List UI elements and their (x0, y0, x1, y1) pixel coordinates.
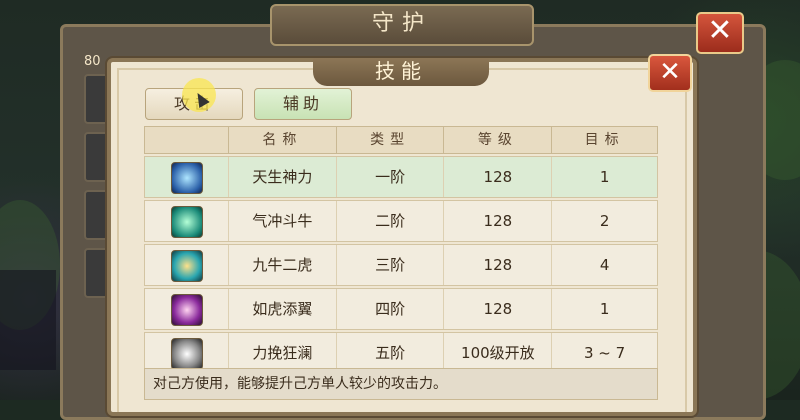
header-icon-col (145, 127, 230, 153)
skill-level: 128 (444, 245, 553, 285)
header-level: 等级 (444, 127, 553, 153)
skill-qichong-icon (170, 206, 203, 238)
header-name: 名称 (229, 127, 337, 153)
skill-target: 3 ~ 7 (584, 344, 626, 362)
table-row[interactable]: 天生神力 一阶 128 1 (144, 156, 658, 198)
skill-level: 128 (444, 201, 553, 241)
level-badge: 80 (84, 54, 101, 69)
skill-name: 力挽狂澜 (229, 333, 337, 373)
skill-name: 九牛二虎 (229, 245, 337, 285)
guardian-close-button[interactable]: ✕ (696, 12, 744, 54)
skill-type: 二阶 (337, 201, 445, 241)
skill-name: 天生神力 (229, 157, 337, 197)
skill-type: 五阶 (337, 333, 445, 373)
skill-target: 1 (599, 168, 610, 186)
skill-table: 名称 类型 等级 目标 天生神力 一阶 128 1 气冲斗牛 二阶 128 2 … (144, 126, 658, 374)
chat-side-panel[interactable] (0, 270, 56, 370)
skill-panel-title: 技能 (313, 58, 489, 86)
skill-type: 一阶 (337, 157, 445, 197)
tab-assist[interactable]: 辅助 (254, 88, 352, 120)
skill-name: 气冲斗牛 (229, 201, 337, 241)
skill-jiuniu-icon (170, 250, 203, 282)
skill-description: 对己方使用，能够提升己方单人较少的攻击力。 (144, 368, 658, 400)
skill-level: 128 (444, 157, 553, 197)
table-row[interactable]: 如虎添翼 四阶 128 1 (144, 288, 658, 330)
skill-target: 1 (599, 300, 610, 318)
table-row[interactable]: 气冲斗牛 二阶 128 2 (144, 200, 658, 242)
header-type: 类型 (337, 127, 445, 153)
skill-type: 四阶 (337, 289, 445, 329)
skill-tiansheng-icon (170, 162, 203, 194)
skill-level: 100级开放 (444, 333, 553, 373)
table-header: 名称 类型 等级 目标 (144, 126, 658, 154)
skill-name: 如虎添翼 (229, 289, 337, 329)
skill-target: 4 (599, 256, 610, 274)
table-row[interactable]: 九牛二虎 三阶 128 4 (144, 244, 658, 286)
skill-level: 128 (444, 289, 553, 329)
header-target: 目标 (584, 132, 625, 148)
close-button[interactable]: ✕ (648, 54, 692, 92)
skill-target: 2 (599, 212, 610, 230)
skill-liwan-icon (170, 338, 203, 370)
skill-type: 三阶 (337, 245, 445, 285)
skill-ruhu-icon (170, 294, 203, 326)
guardian-window-title: 守护 (270, 4, 534, 46)
